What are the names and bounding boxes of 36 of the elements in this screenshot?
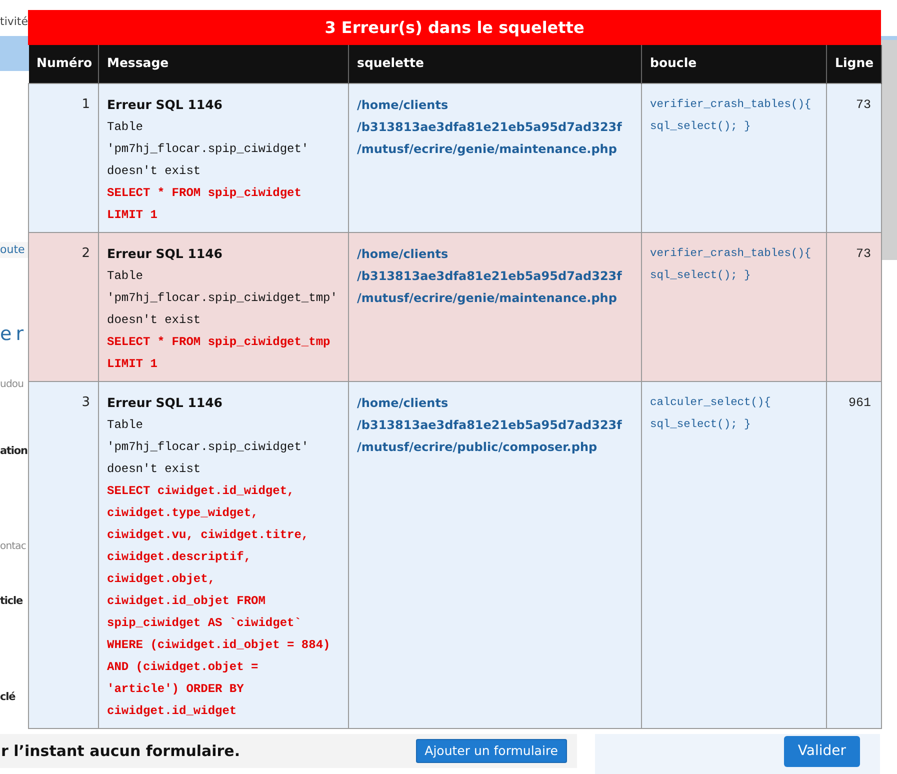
error-title: Erreur SQL 1146 bbox=[107, 96, 224, 114]
add-form-button[interactable]: Ajouter un formulaire bbox=[416, 738, 567, 764]
column-header: Ligne bbox=[826, 45, 882, 83]
page-title: e r bbox=[0, 322, 24, 347]
url-text: udou bbox=[0, 378, 25, 392]
column-header: boucle bbox=[642, 45, 826, 83]
url-text: ontac bbox=[0, 540, 28, 554]
error-title: Erreur SQL 1146 bbox=[107, 394, 224, 412]
column-header: squelette bbox=[348, 45, 642, 83]
loop-code: verifier_crash_tables(){ sql_select(); } bbox=[650, 246, 812, 284]
line-number: 961 bbox=[826, 381, 882, 728]
section-heading: ticle bbox=[0, 594, 24, 610]
error-message: Table 'pm7hj_flocar.spip_ciwidget' doesn't exist bbox=[107, 416, 310, 478]
error-title: Erreur SQL 1146 bbox=[107, 244, 224, 262]
file-path-link[interactable]: /home/clients /b313813ae3dfa81e21eb5a95d7ad323f /mutusf/ecrire/public/composer.php bbox=[357, 392, 622, 458]
sql-query: SELECT * FROM spip_ciwidget_tmp LIMIT 1 bbox=[107, 334, 332, 372]
row-number: 1 bbox=[28, 83, 98, 232]
line-number: 73 bbox=[826, 83, 882, 232]
section-heading: ation bbox=[0, 444, 28, 458]
sql-query: SELECT * FROM spip_ciwidget LIMIT 1 bbox=[107, 184, 302, 224]
line-number: 73 bbox=[826, 232, 882, 381]
sql-query: SELECT ciwidget.id_widget, ciwidget.type_widget, ciwidget.vu, ciwidget.titre, ciwidget.descriptif, ciwidget.objet, ciwidget.id_objet FROM spip_ciwidget AS `ciwidget` WHERE (ciwidget.id_objet = 884) AND (ciwidget.objet = 'article') ORDER BY ciwidget.id_widget bbox=[107, 482, 332, 720]
loop-code: calculer_select(){ sql_select(); } bbox=[650, 396, 772, 432]
breadcrumb-link[interactable]: oute bbox=[0, 242, 28, 258]
section-heading: clé bbox=[0, 690, 16, 705]
row-number: 2 bbox=[28, 232, 98, 381]
column-header: Message bbox=[98, 45, 348, 83]
empty-form-message: r l’instant aucun formulaire. bbox=[1, 740, 240, 762]
error-message: Table 'pm7hj_flocar.spip_ciwidget' doesn't exist bbox=[107, 118, 310, 180]
column-header: Numéro bbox=[28, 45, 98, 83]
error-banner: 3 Erreur(s) dans le squelette bbox=[28, 10, 881, 45]
submit-button[interactable]: Valider bbox=[784, 736, 860, 767]
loop-code: verifier_crash_tables(){ sql_select(); } bbox=[650, 98, 812, 134]
tab-label[interactable]: tivité bbox=[0, 14, 28, 30]
error-message: Table 'pm7hj_flocar.spip_ciwidget_tmp' doesn't exist bbox=[107, 268, 338, 328]
row-number: 3 bbox=[28, 381, 98, 728]
